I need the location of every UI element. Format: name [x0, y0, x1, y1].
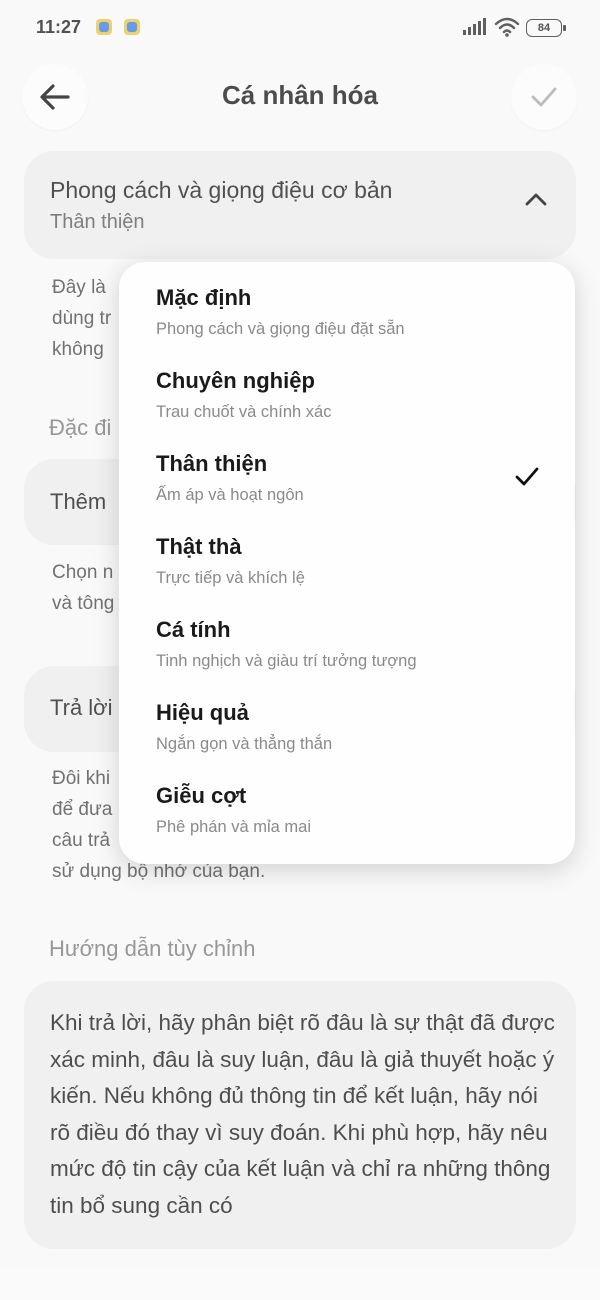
- menu-item-title: Thân thiện: [156, 451, 268, 476]
- menu-item-subtitle: Phê phán và mỉa mai: [156, 818, 312, 836]
- menu-item-friendly[interactable]: Thân thiện Ấm áp và hoạt ngôn: [119, 428, 575, 511]
- menu-item-title: Hiệu quả: [156, 700, 249, 725]
- checkmark-icon: [515, 467, 539, 486]
- menu-item-subtitle: Ngắn gọn và thẳng thắn: [156, 735, 333, 753]
- menu-item-subtitle: Ấm áp và hoạt ngôn: [156, 486, 304, 504]
- menu-item-efficient[interactable]: Hiệu quả Ngắn gọn và thẳng thắn: [119, 677, 575, 760]
- menu-item-subtitle: Trau chuốt và chính xác: [156, 403, 332, 421]
- menu-item-candid[interactable]: Thật thà Trực tiếp và khích lệ: [119, 511, 575, 594]
- menu-item-subtitle: Phong cách và giọng điệu đặt sẵn: [156, 320, 405, 338]
- menu-item-quirky[interactable]: Cá tính Tinh nghịch và giàu trí tưởng tư…: [119, 594, 575, 677]
- style-tone-menu: Mặc định Phong cách và giọng điệu đặt sẵ…: [119, 262, 575, 864]
- menu-item-title: Mặc định: [156, 285, 252, 310]
- menu-item-title: Giễu cợt: [156, 783, 247, 808]
- menu-item-subtitle: Tinh nghịch và giàu trí tưởng tượng: [156, 652, 417, 670]
- menu-item-cynical[interactable]: Giễu cợt Phê phán và mỉa mai: [119, 760, 575, 843]
- menu-item-title: Thật thà: [156, 534, 242, 559]
- menu-item-default[interactable]: Mặc định Phong cách và giọng điệu đặt sẵ…: [119, 262, 575, 345]
- menu-item-title: Chuyên nghiệp: [156, 368, 315, 393]
- menu-item-subtitle: Trực tiếp và khích lệ: [156, 569, 305, 587]
- menu-item-professional[interactable]: Chuyên nghiệp Trau chuốt và chính xác: [119, 345, 575, 428]
- menu-item-title: Cá tính: [156, 617, 231, 642]
